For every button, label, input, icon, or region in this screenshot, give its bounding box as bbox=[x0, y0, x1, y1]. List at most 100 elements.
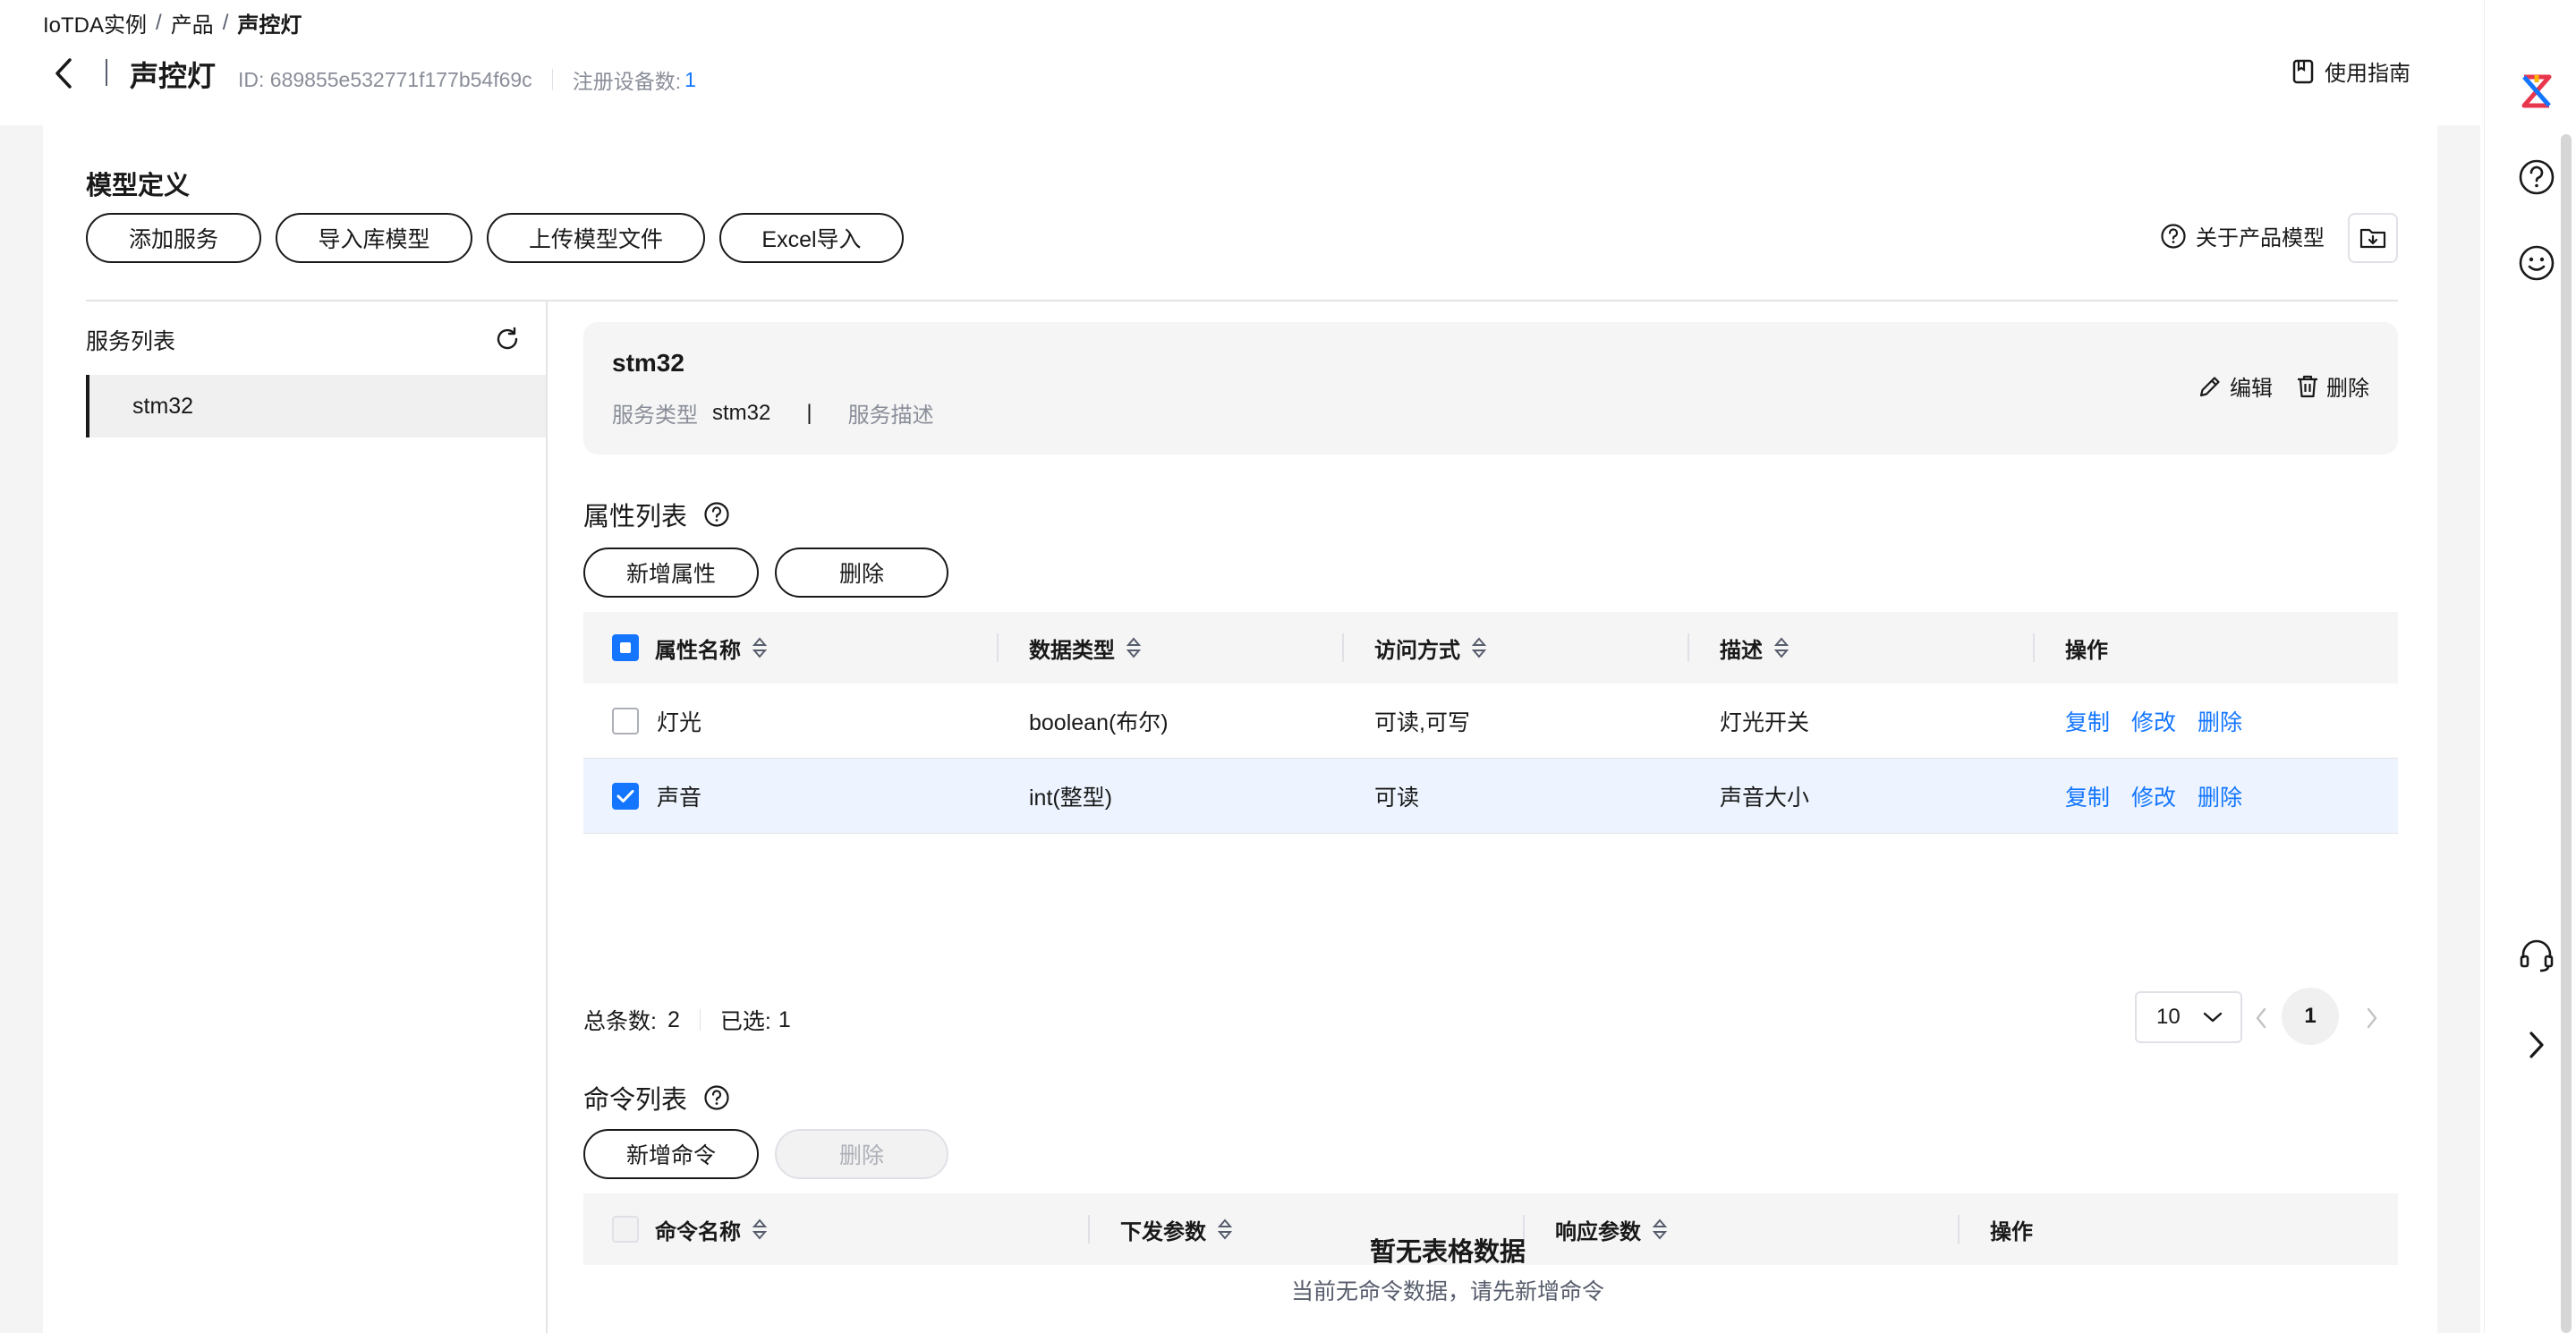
total-label: 总条数: bbox=[583, 1009, 657, 1034]
page-title: 声控灯 bbox=[130, 60, 217, 92]
column-header-description-label: 描述 bbox=[1720, 638, 1763, 663]
help-icon[interactable] bbox=[2515, 156, 2558, 199]
excel-import-button[interactable]: Excel导入 bbox=[719, 213, 904, 263]
total-count: 2 bbox=[667, 1006, 680, 1032]
page-size-select[interactable]: 10 bbox=[2135, 991, 2242, 1043]
service-info-panel: stm32 服务类型 stm32 | 服务描述 编辑 删除 bbox=[583, 322, 2398, 454]
usage-guide-link[interactable]: 使用指南 bbox=[2292, 55, 2410, 87]
service-list-item-stm32[interactable]: stm32 bbox=[86, 375, 546, 437]
property-type: int(整型) bbox=[1029, 785, 1113, 811]
import-library-model-button[interactable]: 导入库模型 bbox=[276, 213, 472, 263]
prev-page-button[interactable] bbox=[2248, 1002, 2274, 1034]
registered-count-link[interactable]: 1 bbox=[684, 68, 696, 92]
copy-link[interactable]: 复制 bbox=[2065, 780, 2110, 812]
property-name: 灯光 bbox=[657, 709, 702, 735]
edit-icon bbox=[2199, 376, 2220, 396]
usage-guide-label: 使用指南 bbox=[2325, 62, 2410, 86]
column-header-name[interactable]: 属性名称 bbox=[655, 612, 768, 683]
expand-chevron-right-icon[interactable] bbox=[2515, 1023, 2558, 1066]
help-icon[interactable] bbox=[703, 1084, 730, 1111]
edit-service-label: 编辑 bbox=[2230, 377, 2273, 401]
import-folder-button[interactable] bbox=[2348, 213, 2398, 263]
delete-link[interactable]: 删除 bbox=[2198, 705, 2242, 737]
property-description: 声音大小 bbox=[1720, 785, 1810, 811]
column-header-name-label: 属性名称 bbox=[655, 638, 741, 663]
check-icon bbox=[616, 789, 634, 802]
row-checkbox[interactable] bbox=[612, 707, 639, 734]
sort-icon[interactable] bbox=[752, 635, 768, 660]
service-list-title: 服务列表 bbox=[86, 329, 176, 354]
add-property-button[interactable]: 新增属性 bbox=[583, 548, 759, 598]
command-list-heading: 命令列表 bbox=[583, 1079, 730, 1116]
copy-link[interactable]: 复制 bbox=[2065, 705, 2110, 737]
column-divider[interactable] bbox=[1342, 633, 1344, 662]
command-list-title: 命令列表 bbox=[583, 1086, 688, 1115]
back-button[interactable] bbox=[50, 55, 77, 91]
column-header-type[interactable]: 数据类型 bbox=[1029, 612, 1142, 683]
model-definition-card: 模型定义 添加服务 导入库模型 上传模型文件 Excel导入 关于产品模型 服务… bbox=[43, 125, 2437, 1333]
service-description-label: 服务描述 bbox=[847, 403, 934, 428]
property-name: 声音 bbox=[657, 785, 702, 811]
select-all-checkbox[interactable] bbox=[612, 634, 639, 661]
property-type: boolean(布尔) bbox=[1029, 709, 1169, 735]
property-access: 可读 bbox=[1374, 785, 1420, 811]
delete-service-label: 删除 bbox=[2326, 377, 2369, 401]
delete-property-button[interactable]: 删除 bbox=[775, 548, 948, 598]
refresh-icon[interactable] bbox=[492, 324, 523, 354]
add-service-button[interactable]: 添加服务 bbox=[86, 213, 261, 263]
service-type-label: 服务类型 bbox=[612, 403, 698, 428]
row-checkbox[interactable] bbox=[612, 782, 639, 810]
service-meta-separator: | bbox=[806, 400, 812, 425]
smile-icon[interactable] bbox=[2515, 242, 2558, 284]
folder-import-icon bbox=[2359, 228, 2386, 249]
headset-icon[interactable] bbox=[2515, 934, 2558, 977]
property-list-heading: 属性列表 bbox=[583, 496, 730, 533]
table-row[interactable]: 灯光 boolean(布尔) 可读,可写 灯光开关 复制 修改 删除 bbox=[583, 683, 2398, 759]
breadcrumb-separator: / bbox=[156, 10, 162, 35]
delete-command-button[interactable]: 删除 bbox=[775, 1129, 948, 1179]
property-description: 灯光开关 bbox=[1720, 709, 1810, 735]
column-header-type-label: 数据类型 bbox=[1029, 638, 1115, 663]
modify-link[interactable]: 修改 bbox=[2131, 780, 2176, 812]
column-header-operations: 操作 bbox=[2065, 638, 2108, 663]
column-header-access-label: 访问方式 bbox=[1374, 638, 1460, 663]
table-row[interactable]: 声音 int(整型) 可读 声音大小 复制 修改 删除 bbox=[583, 759, 2398, 834]
section-title: 模型定义 bbox=[86, 172, 191, 200]
help-icon bbox=[2161, 223, 2186, 249]
sort-icon[interactable] bbox=[1471, 635, 1487, 660]
property-access: 可读,可写 bbox=[1374, 709, 1470, 735]
sort-icon[interactable] bbox=[1773, 635, 1790, 660]
delete-service-button[interactable]: 删除 bbox=[2296, 370, 2369, 402]
breadcrumb-products[interactable]: 产品 bbox=[171, 7, 214, 38]
modify-link[interactable]: 修改 bbox=[2131, 705, 2176, 737]
column-divider[interactable] bbox=[1688, 633, 1689, 662]
column-divider[interactable] bbox=[997, 633, 999, 662]
sort-icon[interactable] bbox=[1126, 635, 1142, 660]
breadcrumb-separator: / bbox=[222, 10, 229, 35]
service-actions: 编辑 删除 bbox=[2198, 370, 2369, 402]
empty-state-description: 当前无命令数据，请先新增命令 bbox=[1290, 1279, 1604, 1304]
about-product-model-link[interactable]: 关于产品模型 bbox=[2160, 220, 2325, 251]
vertical-scrollbar[interactable] bbox=[2561, 134, 2572, 1333]
add-command-button[interactable]: 新增命令 bbox=[583, 1129, 759, 1179]
logo-icon[interactable] bbox=[2515, 70, 2558, 113]
pagination-summary: 总条数: 2 已选: 1 bbox=[583, 1004, 791, 1036]
column-header-description[interactable]: 描述 bbox=[1720, 612, 1790, 683]
column-divider[interactable] bbox=[2033, 633, 2035, 662]
edit-service-button[interactable]: 编辑 bbox=[2198, 370, 2273, 402]
upload-model-file-button[interactable]: 上传模型文件 bbox=[487, 213, 705, 263]
trash-icon bbox=[2298, 375, 2317, 397]
summary-divider bbox=[699, 1009, 701, 1031]
product-id: ID: 689855e532771f177b54f69c bbox=[238, 67, 532, 91]
page-number-button[interactable]: 1 bbox=[2282, 988, 2339, 1045]
next-page-button[interactable] bbox=[2359, 1002, 2385, 1034]
title-divider bbox=[106, 59, 107, 86]
breadcrumb-root[interactable]: IoTDA实例 bbox=[43, 7, 147, 38]
delete-link[interactable]: 删除 bbox=[2198, 780, 2242, 812]
property-table-header: 属性名称 数据类型 访问方式 描述 操作 bbox=[583, 612, 2398, 683]
section-divider bbox=[86, 300, 2398, 301]
help-icon[interactable] bbox=[703, 501, 730, 528]
service-type-value: stm32 bbox=[712, 400, 771, 425]
column-header-access[interactable]: 访问方式 bbox=[1374, 612, 1487, 683]
product-meta: ID: 689855e532771f177b54f69c 注册设备数: 1 bbox=[238, 64, 696, 95]
